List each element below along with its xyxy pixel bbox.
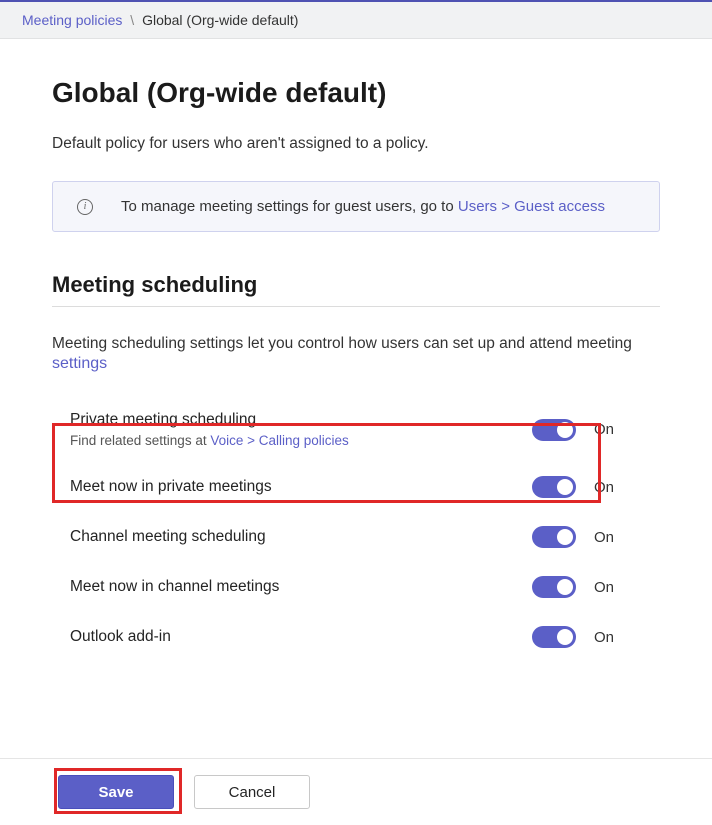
info-banner-link-guest-access[interactable]: Users > Guest access xyxy=(458,198,605,215)
setting-row-channel-meeting-scheduling: Channel meeting scheduling On xyxy=(52,512,660,562)
setting-row-meet-now-private: Meet now in private meetings On xyxy=(52,462,660,512)
toggle-state: On xyxy=(594,421,614,438)
info-icon: i xyxy=(77,199,93,215)
breadcrumb-separator: \ xyxy=(130,12,134,28)
setting-sub-link-calling-policies[interactable]: Voice > Calling policies xyxy=(210,433,348,448)
breadcrumb-link-meeting-policies[interactable]: Meeting policies xyxy=(22,12,122,28)
toggle-meet-now-private[interactable] xyxy=(532,476,576,498)
setting-label: Meet now in channel meetings xyxy=(70,578,532,596)
setting-sub-text: Find related settings at xyxy=(70,433,210,448)
setting-label: Outlook add-in xyxy=(70,628,532,646)
section-divider xyxy=(52,306,660,307)
page-description: Default policy for users who aren't assi… xyxy=(52,135,660,153)
toggle-outlook-addin[interactable] xyxy=(532,626,576,648)
section-settings-link[interactable]: settings xyxy=(52,355,107,372)
toggle-meet-now-channel[interactable] xyxy=(532,576,576,598)
toggle-state: On xyxy=(594,529,614,546)
info-banner-text: To manage meeting settings for guest use… xyxy=(121,198,458,215)
footer-actions: Save Cancel xyxy=(0,758,712,825)
setting-row-outlook-addin: Outlook add-in On xyxy=(52,612,660,662)
breadcrumb-current: Global (Org-wide default) xyxy=(142,12,298,28)
breadcrumb: Meeting policies \ Global (Org-wide defa… xyxy=(0,0,712,39)
toggle-state: On xyxy=(594,579,614,596)
setting-label: Meet now in private meetings xyxy=(70,478,532,496)
section-title-meeting-scheduling: Meeting scheduling xyxy=(52,272,660,298)
page-title: Global (Org-wide default) xyxy=(52,77,660,109)
setting-label: Channel meeting scheduling xyxy=(70,528,532,546)
setting-label: Private meeting scheduling xyxy=(70,411,532,429)
toggle-state: On xyxy=(594,629,614,646)
cancel-button[interactable]: Cancel xyxy=(194,775,310,809)
toggle-channel-meeting-scheduling[interactable] xyxy=(532,526,576,548)
save-button[interactable]: Save xyxy=(58,775,174,809)
toggle-state: On xyxy=(594,479,614,496)
info-banner: i To manage meeting settings for guest u… xyxy=(52,181,660,232)
setting-row-private-meeting-scheduling: Private meeting scheduling Find related … xyxy=(52,397,660,462)
section-description: Meeting scheduling settings let you cont… xyxy=(52,335,632,352)
settings-list: Private meeting scheduling Find related … xyxy=(52,397,660,662)
setting-row-meet-now-channel: Meet now in channel meetings On xyxy=(52,562,660,612)
toggle-private-meeting-scheduling[interactable] xyxy=(532,419,576,441)
